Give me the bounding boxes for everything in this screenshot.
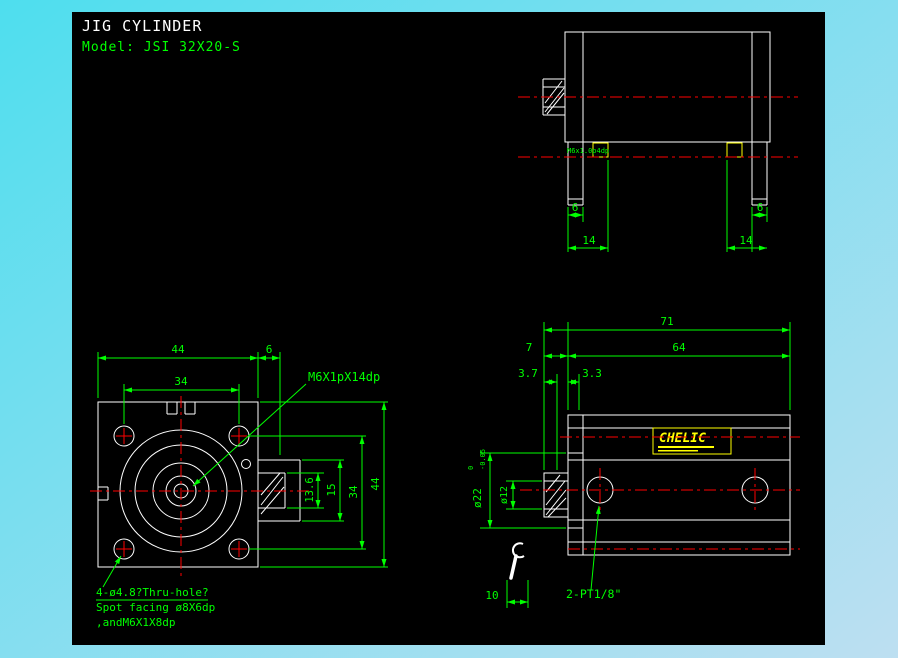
note-line-2: Spot facing ø8X6dp xyxy=(96,601,215,614)
bore-tol-lower: -0.05 xyxy=(479,449,487,470)
dim-pitch-right: 14 xyxy=(739,234,753,247)
cad-canvas xyxy=(72,12,825,645)
drawing-title: JIG CYLINDER xyxy=(82,17,202,35)
dim-width: 44 xyxy=(171,343,185,356)
dim-total-length: 71 xyxy=(660,315,673,328)
dim-offset: 6 xyxy=(266,343,273,356)
cad-viewport[interactable]: JIG CYLINDER Model: JSI 32X20-S 6 xyxy=(0,0,898,658)
dim-port-bore: ø12 xyxy=(499,486,510,504)
dim-bore: ø22 xyxy=(471,488,484,508)
bore-tol-upper: 0 xyxy=(467,466,475,470)
logo-text: CHELIC xyxy=(659,431,706,446)
thread-label: M6X1pX14dp xyxy=(308,370,380,384)
dim-3-7: 3.7 xyxy=(518,367,538,380)
dim-plug: 10 xyxy=(485,589,498,602)
dim-pitch-left: 14 xyxy=(582,234,596,247)
dim-slot-right: 6 xyxy=(757,201,764,214)
drawing-model: Model: JSI 32X20-S xyxy=(82,40,241,55)
dim-hole-spacing: 34 xyxy=(174,375,188,388)
dim-slot: 15 xyxy=(325,483,338,496)
dim-height: 44 xyxy=(369,477,382,491)
logo-fineprint-2 xyxy=(658,450,698,452)
port-label: 2-PT1/8" xyxy=(566,587,621,601)
dim-hole-spacing-v: 34 xyxy=(347,485,360,499)
thread-note: M6x1.0p4dp xyxy=(567,147,609,155)
dim-body-length: 64 xyxy=(672,341,686,354)
screenshot-root: { "header": { "title": "JIG CYLINDER", "… xyxy=(0,0,898,658)
note-line-1: 4-ø4.8?Thru-hole? xyxy=(96,586,209,599)
dim-counterbore: 13.6 xyxy=(304,477,316,502)
dim-3-3: 3.3 xyxy=(582,367,602,380)
logo-fineprint-1 xyxy=(658,446,714,448)
note-line-3: ,andM6X1X8dp xyxy=(96,616,175,629)
dim-slot-left: 6 xyxy=(572,201,579,214)
dim-head: 7 xyxy=(526,341,533,354)
